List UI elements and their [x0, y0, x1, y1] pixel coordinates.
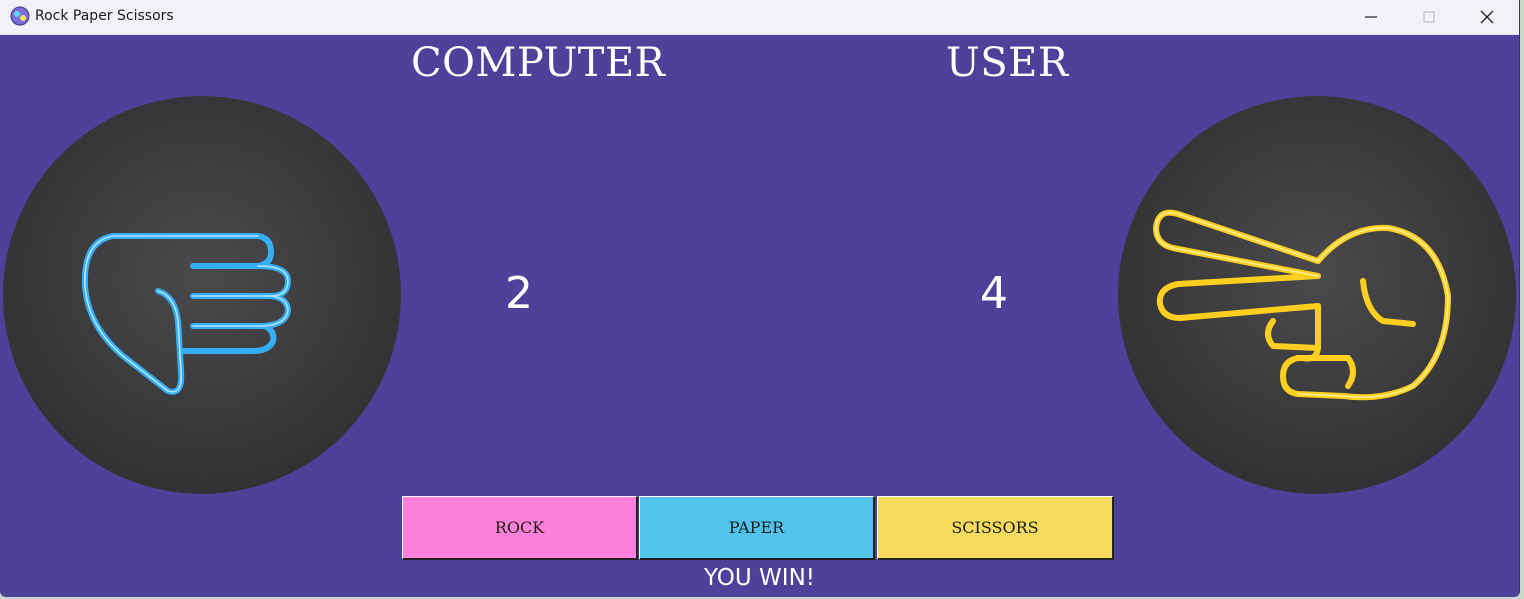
user-score: 4: [980, 268, 1008, 319]
window-title: Rock Paper Scissors: [35, 8, 174, 24]
paper-button[interactable]: PAPER: [639, 496, 875, 560]
computer-hand-image: [3, 96, 401, 494]
minimize-icon: [1365, 16, 1377, 18]
close-button[interactable]: [1458, 0, 1516, 34]
rock-button[interactable]: ROCK: [402, 496, 638, 560]
maximize-button[interactable]: [1400, 0, 1458, 34]
user-hand-image: [1118, 96, 1516, 494]
computer-score: 2: [505, 268, 533, 319]
result-text: YOU WIN!: [704, 565, 815, 591]
close-icon: [1480, 10, 1494, 24]
paper-hand-icon: [81, 233, 291, 395]
minimize-button[interactable]: [1342, 0, 1400, 34]
app-icon: [10, 6, 30, 26]
app-window: Rock Paper Scissors COMPUTER USER 2 4 RO…: [0, 0, 1520, 597]
maximize-icon: [1423, 11, 1435, 23]
user-label: USER: [946, 40, 1069, 86]
scissors-button[interactable]: SCISSORS: [877, 496, 1114, 560]
title-bar: Rock Paper Scissors: [0, 0, 1519, 35]
scissors-hand-icon: [1153, 209, 1451, 401]
computer-label: COMPUTER: [411, 40, 666, 86]
